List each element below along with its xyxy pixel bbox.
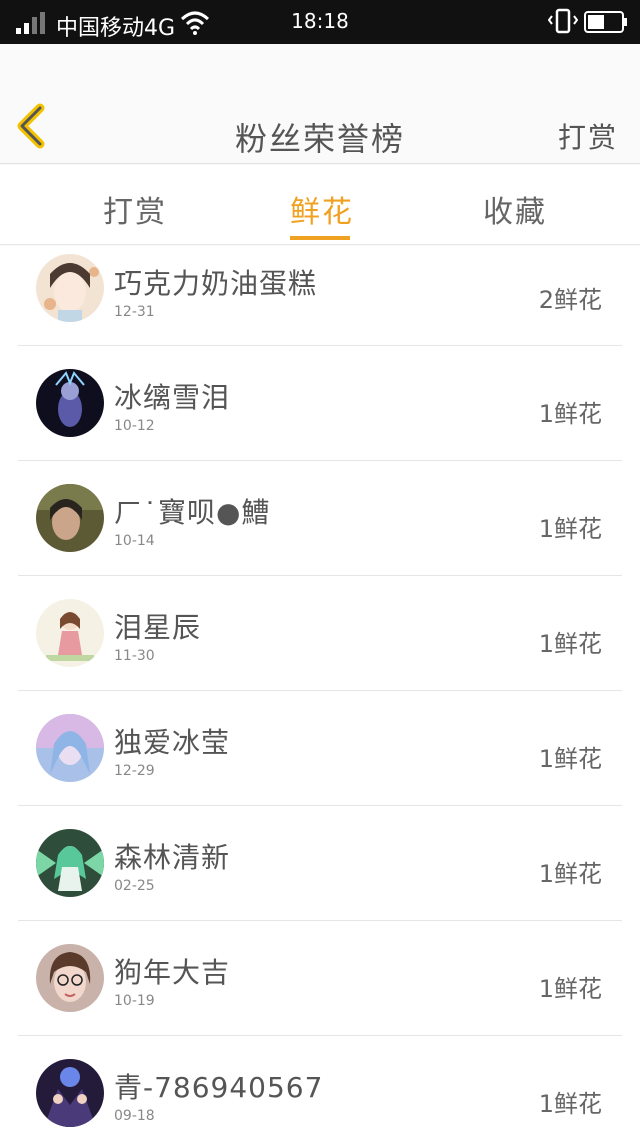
list-item[interactable]: 巧克力奶油蛋糕 12-31 2鲜花 [18, 246, 622, 346]
fan-date: 02-25 [114, 878, 155, 894]
fan-list: 巧克力奶油蛋糕 12-31 2鲜花 冰缡雪泪 10-12 1鲜花 ㄏ˙寶呗●鰽 … [0, 246, 640, 1138]
list-item[interactable]: 泪星辰 11-30 1鲜花 [18, 576, 622, 691]
tab-bar: 打赏 鲜花 收藏 [0, 165, 640, 245]
fan-name: 狗年大吉 [114, 956, 231, 989]
avatar [36, 599, 104, 667]
fan-date: 10-12 [114, 418, 155, 434]
fan-name: ㄏ˙寶呗●鰽 [114, 496, 271, 529]
fan-name: 泪星辰 [114, 611, 202, 644]
list-item[interactable]: 狗年大吉 10-19 1鲜花 [18, 921, 622, 1036]
avatar [36, 484, 104, 552]
fan-name: 森林清新 [114, 841, 231, 874]
flower-count: 1鲜花 [538, 630, 602, 658]
flower-count: 1鲜花 [538, 975, 602, 1003]
nav-bar: 粉丝荣誉榜 打赏 [0, 44, 640, 164]
fan-date: 11-30 [114, 648, 155, 664]
flower-count: 1鲜花 [538, 400, 602, 428]
status-bar: 中国移动4G 18:18 [0, 0, 640, 44]
avatar [36, 1059, 104, 1127]
fan-name: 巧克力奶油蛋糕 [114, 267, 318, 300]
fan-date: 12-31 [114, 304, 155, 320]
vibrate-icon [548, 8, 578, 34]
flower-count: 1鲜花 [538, 1090, 602, 1118]
fan-date: 09-18 [114, 1108, 155, 1124]
fan-name: 青-786940567 [114, 1071, 324, 1104]
flower-count: 1鲜花 [538, 515, 602, 543]
avatar [36, 829, 104, 897]
avatar [36, 254, 104, 322]
fan-date: 10-14 [114, 533, 155, 549]
list-item[interactable]: ㄏ˙寶呗●鰽 10-14 1鲜花 [18, 461, 622, 576]
avatar [36, 944, 104, 1012]
list-item[interactable]: 森林清新 02-25 1鲜花 [18, 806, 622, 921]
flower-count: 1鲜花 [538, 745, 602, 773]
fan-name: 冰缡雪泪 [114, 381, 231, 414]
reward-button[interactable]: 打赏 [558, 116, 618, 156]
clock: 18:18 [291, 9, 349, 33]
tab-favorites[interactable]: 收藏 [483, 187, 547, 231]
tab-flowers[interactable]: 鲜花 [290, 187, 354, 231]
page-title: 粉丝荣誉榜 [234, 120, 405, 158]
flower-count: 2鲜花 [538, 286, 602, 314]
fan-name: 独爱冰莹 [114, 726, 231, 759]
active-tab-indicator [290, 236, 350, 240]
list-item[interactable]: 冰缡雪泪 10-12 1鲜花 [18, 346, 622, 461]
tab-reward[interactable]: 打赏 [103, 187, 167, 231]
battery-icon [584, 11, 627, 33]
avatar [36, 714, 104, 782]
fan-date: 12-29 [114, 763, 155, 779]
fan-date: 10-19 [114, 993, 155, 1009]
list-item[interactable]: 青-786940567 09-18 1鲜花 [18, 1036, 622, 1138]
list-item[interactable]: 独爱冰莹 12-29 1鲜花 [18, 691, 622, 806]
flower-count: 1鲜花 [538, 860, 602, 888]
avatar [36, 369, 104, 437]
